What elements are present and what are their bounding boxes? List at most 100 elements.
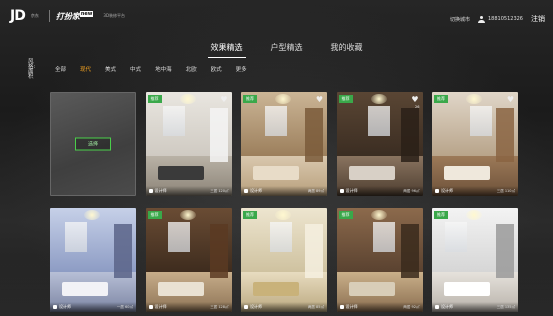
room-shelf bbox=[496, 224, 514, 278]
design-card[interactable]: 推荐 ♥ 设计师 两居 89㎡ bbox=[241, 92, 327, 196]
design-card[interactable]: 推荐 ♥ 26 设计师 两居 96㎡ bbox=[336, 92, 423, 196]
room-render bbox=[241, 92, 327, 196]
favorite-count: 26 bbox=[415, 105, 420, 109]
author-name: 设计师 bbox=[345, 304, 358, 309]
recommend-badge: 推荐 bbox=[147, 95, 162, 103]
card-author: 设计师 bbox=[339, 304, 358, 310]
recommend-badge: 推荐 bbox=[434, 95, 448, 103]
room-window bbox=[470, 106, 492, 136]
room-window bbox=[167, 222, 190, 252]
filter-option[interactable]: 更多 bbox=[229, 65, 254, 73]
author-icon bbox=[339, 189, 344, 193]
logo-mark: JD bbox=[10, 8, 26, 24]
card-footer: 设计师 两居 96㎡ bbox=[336, 186, 423, 196]
design-card[interactable]: 推荐 ♥ 设计师 三居 110㎡ bbox=[432, 92, 518, 196]
card-author: 设计师 bbox=[148, 304, 167, 310]
author-icon bbox=[339, 305, 344, 309]
filter-option[interactable]: 全部 bbox=[48, 65, 73, 73]
author-icon bbox=[435, 189, 439, 193]
room-render bbox=[50, 208, 136, 312]
filter-option[interactable]: 北欧 bbox=[179, 65, 204, 73]
author-icon bbox=[148, 305, 153, 309]
recommend-badge: 推荐 bbox=[434, 211, 448, 219]
room-render bbox=[241, 208, 327, 312]
filter-option[interactable]: 美式 bbox=[98, 65, 123, 73]
design-card[interactable]: 推荐 设计师 两居 92㎡ bbox=[336, 208, 423, 312]
card-meta: 两居 92㎡ bbox=[403, 304, 420, 309]
room-shelf bbox=[496, 108, 514, 162]
filter-option[interactable]: 现代 bbox=[73, 65, 98, 73]
new-design-card[interactable]: 选择 bbox=[50, 92, 136, 196]
author-icon bbox=[53, 305, 57, 309]
design-card[interactable]: 推荐设计师 三居 128㎡ bbox=[145, 208, 232, 312]
brand-tag: 3D装修平台 bbox=[103, 13, 126, 18]
filter-option[interactable]: 地中海 bbox=[148, 65, 179, 73]
room-window bbox=[65, 222, 87, 252]
room-render bbox=[145, 208, 232, 312]
logout-link[interactable]: 注销 bbox=[531, 14, 545, 24]
card-meta: 两居 85㎡ bbox=[307, 304, 324, 309]
card-meta: 三居 135㎡ bbox=[496, 304, 515, 309]
filter-label: 风格: 面积 bbox=[28, 59, 35, 80]
card-meta: 两居 96㎡ bbox=[403, 188, 420, 193]
room-shelf bbox=[305, 224, 323, 278]
room-render bbox=[432, 92, 518, 196]
card-footer: 设计师 两居 85㎡ bbox=[241, 302, 327, 312]
brand-badge: new bbox=[79, 10, 94, 17]
room-render bbox=[432, 208, 518, 312]
user-icon bbox=[478, 15, 485, 23]
favorite-icon[interactable]: ♥ bbox=[316, 95, 323, 104]
room-shelf bbox=[209, 108, 228, 162]
room-light bbox=[466, 210, 482, 220]
card-author: 设计师 bbox=[244, 304, 262, 310]
card-footer: 设计师 两居 92㎡ bbox=[336, 302, 423, 312]
room-window bbox=[445, 222, 467, 252]
logo[interactable]: JD 京东 打扮家new 3D装修平台 bbox=[10, 8, 125, 24]
filter-options: 全部 现代 美式 中式 地中海 北欧 欧式 更多 bbox=[48, 65, 254, 73]
card-footer: 设计师 三居 120㎡ bbox=[145, 186, 232, 196]
card-meta: 三居 110㎡ bbox=[496, 188, 515, 193]
room-shelf bbox=[114, 224, 132, 278]
card-meta: 三居 128㎡ bbox=[210, 304, 229, 309]
recommend-badge: 推荐 bbox=[147, 211, 162, 219]
room-sofa bbox=[444, 166, 490, 180]
card-footer: 设计师 三居 110㎡ bbox=[432, 186, 518, 196]
filter-option[interactable]: 中式 bbox=[123, 65, 148, 73]
city-link[interactable]: 切换城市 bbox=[450, 16, 470, 23]
card-footer: 设计师 三居 135㎡ bbox=[432, 302, 518, 312]
user-info[interactable]: 18810512326 bbox=[478, 15, 523, 23]
room-sofa bbox=[157, 166, 204, 180]
room-window bbox=[162, 106, 185, 136]
user-bar: 切换城市 18810512326 注销 bbox=[450, 14, 545, 24]
design-card[interactable]: 推荐 设计师 两居 85㎡ bbox=[241, 208, 327, 312]
main-tabs: 效果精选 户型精选 我的收藏 bbox=[20, 42, 553, 58]
tab-my-favorites[interactable]: 我的收藏 bbox=[328, 42, 366, 58]
design-card[interactable]: 推荐 ♥ 设计师 三居 120㎡ bbox=[145, 92, 232, 196]
card-meta: 两居 89㎡ bbox=[307, 188, 324, 193]
filter-option[interactable]: 欧式 bbox=[204, 65, 229, 73]
tab-featured-renders[interactable]: 效果精选 bbox=[207, 42, 246, 58]
tab-featured-floorplans[interactable]: 户型精选 bbox=[268, 42, 306, 58]
author-name: 设计师 bbox=[441, 188, 453, 193]
room-light bbox=[466, 94, 482, 104]
favorite-icon[interactable]: ♥ bbox=[220, 95, 227, 104]
brand-text: 打扮家 bbox=[55, 11, 80, 21]
author-name: 设计师 bbox=[154, 304, 167, 309]
card-author: 设计师 bbox=[148, 188, 167, 194]
room-window bbox=[265, 106, 287, 136]
room-render bbox=[336, 92, 423, 196]
design-card[interactable]: 设计师 一居 60㎡ bbox=[50, 208, 136, 312]
card-footer: 设计师 两居 89㎡ bbox=[241, 186, 327, 196]
author-name: 设计师 bbox=[250, 188, 262, 193]
author-name: 设计师 bbox=[250, 304, 262, 309]
card-footer: 设计师 三居 128㎡ bbox=[145, 302, 232, 312]
favorite-icon[interactable]: ♥ bbox=[411, 95, 418, 104]
favorite-icon[interactable]: ♥ bbox=[507, 95, 514, 104]
author-icon bbox=[435, 305, 439, 309]
select-button[interactable]: 选择 bbox=[74, 137, 112, 151]
author-icon bbox=[244, 305, 248, 309]
author-name: 设计师 bbox=[345, 188, 358, 193]
room-sofa bbox=[348, 166, 395, 180]
design-card[interactable]: 推荐设计师 三居 135㎡ bbox=[432, 208, 518, 312]
room-light bbox=[275, 210, 291, 220]
